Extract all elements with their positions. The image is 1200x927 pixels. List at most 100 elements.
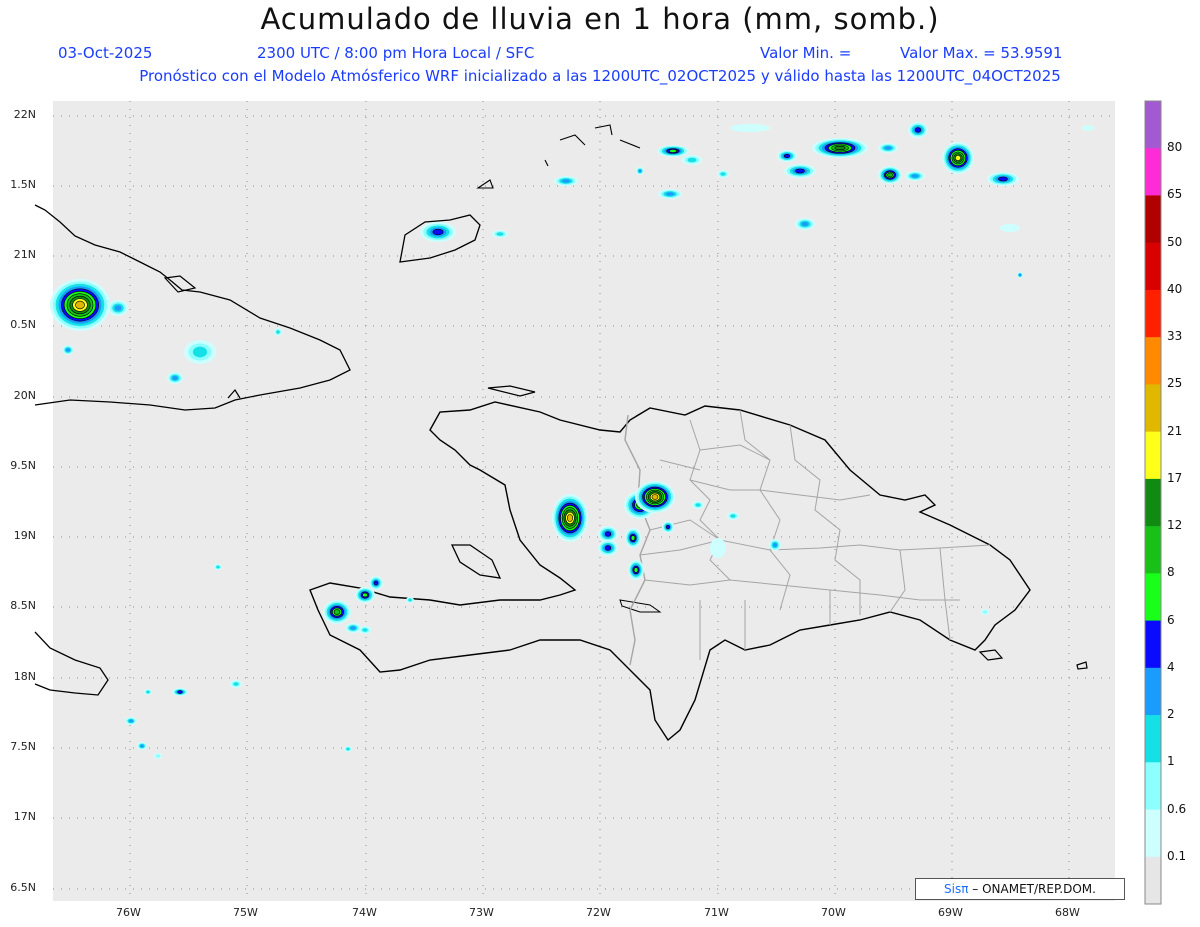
lon-label: 69W [938,906,963,919]
rain-cell [432,228,444,236]
colorbar-swatch [1145,431,1161,480]
rain-cell [730,514,736,518]
colorbar-swatch [1145,856,1161,905]
rain-cell [1018,273,1022,277]
rain-cell [604,531,612,537]
colorbar-label: 4 [1167,659,1175,674]
colorbar-swatch [1145,242,1161,291]
rain-cell [730,124,770,132]
lon-label: 68W [1055,906,1080,919]
rain-cell [146,690,150,694]
colorbar-label: 0.6 [1167,801,1187,816]
colorbar-label: 50 [1167,234,1183,249]
rain-cell [362,592,368,598]
lat-label: 1.5N [10,178,36,191]
rain-cell [1000,224,1020,232]
lat-label: 21N [13,248,36,261]
colorbar-label: 80 [1167,140,1183,155]
rain-cell [604,545,612,551]
rain-cell [651,494,659,500]
rain-cell [362,628,368,632]
rain-cell [982,610,988,614]
colorbar-label: 12 [1167,518,1183,533]
map-background [53,101,1115,901]
rain-cell [350,626,356,630]
lon-label: 76W [116,906,141,919]
lat-label: 22N [13,108,36,121]
colorbar-label: 65 [1167,187,1183,202]
colorbar-swatch [1145,195,1161,244]
lat-label: 17N [13,810,36,823]
colorbar-swatch [1145,384,1161,433]
colorbar-label: 25 [1167,376,1183,391]
lon-label: 73W [469,906,494,919]
rainfall-map [34,100,1162,905]
colorbar-swatch [1145,526,1161,574]
colorbar-swatch [1145,148,1161,196]
colorbar-swatch [1145,762,1161,811]
rain-cell [801,221,809,227]
rain-cell [408,598,412,602]
sispi-logo: Sisπ [944,882,969,896]
rain-cell [668,149,678,153]
rain-cell [496,232,504,236]
rain-cell [630,535,636,541]
lat-label: 19N [13,529,36,542]
colorbar-swatch [1145,620,1161,669]
rain-cell [795,168,805,174]
rain-cell [911,174,919,178]
colorbar [1144,100,1162,905]
rain-cell [346,747,350,751]
rain-cell [687,157,697,163]
colorbar-swatch [1145,289,1161,338]
colorbar-swatch [1145,667,1161,716]
lon-label: 75W [233,906,258,919]
colorbar-swatch [1145,337,1161,385]
rain-cell [276,330,280,334]
rain-cell [561,179,571,183]
lat-label: 20N [13,389,36,402]
lon-label: 74W [352,906,377,919]
rain-cell [192,346,208,358]
rain-cell [155,754,161,758]
colorbar-swatch [1145,573,1161,622]
rain-cell [884,146,892,150]
rain-cell [955,155,961,161]
lat-label: 9.5N [10,459,36,472]
lat-label: 8.5N [10,599,36,612]
rain-cell [720,172,726,176]
lat-label: 6.5N [10,881,36,894]
rain-cell [216,565,220,569]
rain-cell [665,524,671,530]
colorbar-swatch [1145,715,1161,763]
colorbar-label: 6 [1167,612,1175,627]
lat-label: 0.5N [10,318,36,331]
rain-cell [710,538,726,558]
colorbar-swatch [1145,101,1161,149]
rain-cell [834,145,846,151]
colorbar-label: 17 [1167,470,1183,485]
rain-cell [75,300,85,310]
rain-cell [887,172,893,178]
rain-cell [65,348,71,352]
colorbar-swatch [1145,809,1161,858]
rain-cell [665,192,675,196]
rain-cell [140,744,144,748]
lat-label: 7.5N [10,740,36,753]
rain-cell [638,169,642,173]
rain-cell [783,153,791,159]
rain-cell [1082,125,1094,131]
colorbar-label: 8 [1167,565,1175,580]
rain-cell [177,690,183,694]
rain-cell [114,305,122,311]
lon-label: 70W [821,906,846,919]
colorbar-label: 1 [1167,754,1175,769]
colorbar-label: 2 [1167,707,1175,722]
colorbar-swatch [1145,478,1161,527]
credit-box: Sisπ – ONAMET/REP.DOM. [915,878,1125,900]
rain-cell [233,682,239,686]
rain-cell [566,514,574,522]
lat-label: 18N [13,670,36,683]
rain-cell [695,503,701,507]
colorbar-label: 0.1 [1167,848,1187,863]
